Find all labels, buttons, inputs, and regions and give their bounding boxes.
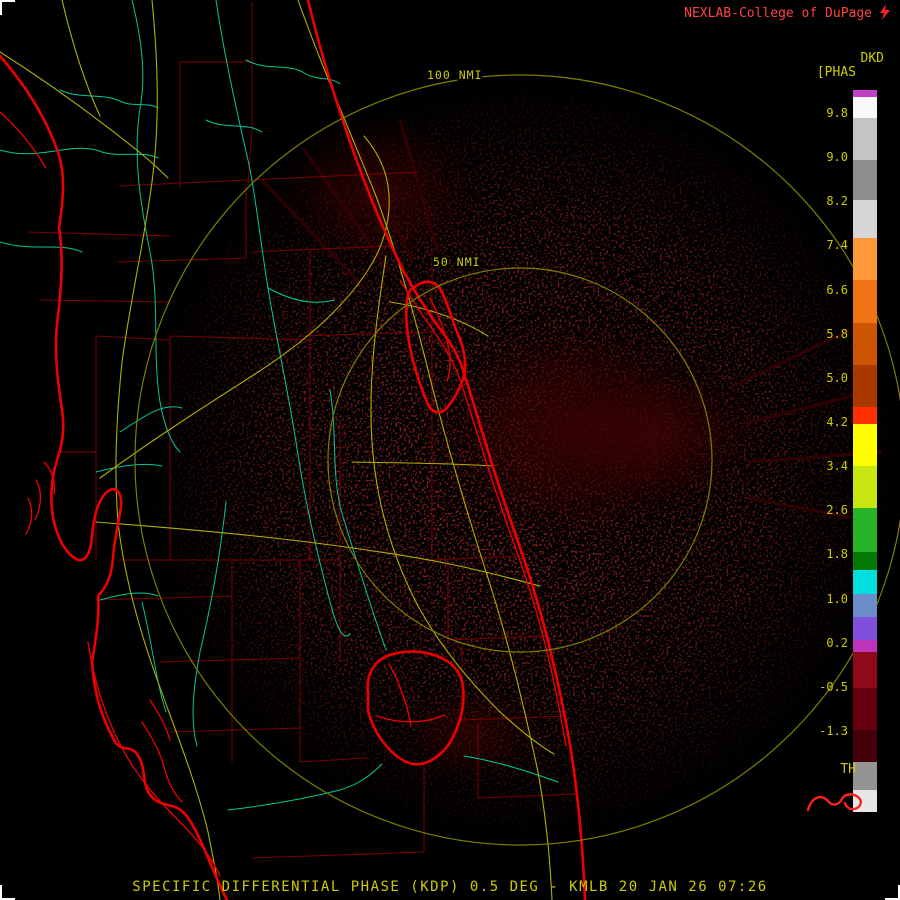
- radar-display: 50 NMI 100 NMI 9.8 9.0 8.2 7.4 6.6 5.8 5.0 4.2 3…: [0, 0, 900, 900]
- product-caption: SPECIFIC DIFFERENTIAL PHASE (KDP) 0.5 DE…: [132, 879, 768, 895]
- cod-logo-icon: [880, 4, 890, 20]
- site-header: NEXLAB-College of DuPage: [684, 6, 872, 21]
- product-code: DKD: [860, 51, 884, 66]
- units-label: [PHAS: [816, 65, 856, 80]
- signature-squiggle-icon: [806, 793, 862, 812]
- threshold-label: TH: [840, 762, 856, 777]
- annotation-layer: NEXLAB-College of DuPage DKD [PHAS TH SP…: [0, 0, 900, 900]
